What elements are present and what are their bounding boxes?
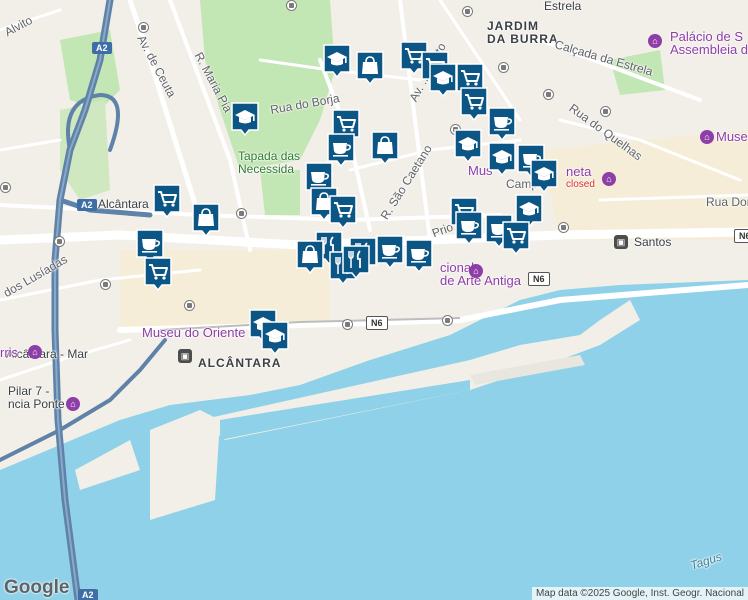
bus-stop-icon[interactable] (236, 208, 247, 219)
map-pin-shopping-bag[interactable] (370, 130, 400, 166)
place-label-estrela: Estrela (544, 0, 582, 13)
google-logo: Google (4, 577, 70, 598)
palace-icon[interactable]: ⌂ (648, 34, 662, 48)
district-label-alcantara: ALCÂNTARA (198, 356, 282, 370)
poi-label-oneta: neta (566, 164, 592, 179)
road-label-rua-dom: Rua Dom (706, 195, 748, 209)
map-pin-school[interactable] (230, 101, 260, 137)
bus-stop-icon[interactable] (498, 62, 509, 73)
district-label-line-2: DA BURRA (487, 32, 559, 46)
landmark-icon[interactable]: ⌂ (66, 397, 80, 411)
cart-icon (502, 221, 530, 256)
district-label-jardim: JARDIM DA BURRA (487, 20, 559, 46)
poi-label-palacio-line-2: Assembleia d (670, 42, 748, 57)
bus-stop-icon[interactable] (138, 22, 149, 33)
museum-icon[interactable]: ⌂ (469, 264, 483, 278)
school-icon (488, 142, 516, 177)
bus-stop-icon[interactable] (462, 6, 473, 17)
cart-icon (329, 195, 357, 230)
map-attribution[interactable]: Map data ©2025 Google, Inst. Geogr. Naci… (531, 587, 748, 600)
map-pin-shopping-bag[interactable] (295, 239, 325, 275)
place-label-alcantara-mar: Alcântara - Mar (6, 347, 89, 361)
train-station-icon[interactable]: ▣ (614, 235, 628, 249)
map-canvas[interactable]: JARDIM DA BURRA ALCÂNTARA Alcântara - Ma… (0, 0, 748, 600)
bus-stop-icon[interactable] (184, 300, 195, 311)
map-base-layer (0, 0, 748, 600)
map-pin-school[interactable] (260, 320, 290, 356)
museum-icon[interactable]: ⌂ (602, 172, 616, 186)
school-icon (454, 129, 482, 164)
map-pin-cart[interactable] (152, 183, 182, 219)
museum-icon[interactable]: ⌂ (700, 130, 714, 144)
bus-stop-icon[interactable] (0, 182, 11, 193)
poi-label-rris: rris (0, 345, 19, 360)
highway-shield-a2: A2 (92, 42, 112, 54)
poi-label-palacio: Palácio de S Assembleia d (670, 30, 748, 56)
school-icon (429, 63, 457, 98)
bus-stop-icon[interactable] (600, 106, 611, 117)
map-pin-coffee[interactable] (404, 238, 434, 274)
train-station-icon[interactable]: ▣ (178, 349, 192, 363)
map-pin-restaurant[interactable] (341, 244, 371, 280)
place-label-santos: Santos (634, 235, 672, 249)
school-icon (231, 102, 259, 137)
poi-label-closed: closed (566, 179, 595, 190)
map-pin-school[interactable] (453, 128, 483, 164)
map-pin-school[interactable] (428, 62, 458, 98)
map-pin-coffee[interactable] (375, 234, 405, 270)
highway-shield-a2: A2 (77, 199, 97, 211)
map-pin-school[interactable] (529, 158, 559, 194)
road-shield-n6: N6 (528, 272, 550, 286)
coffee-icon (376, 235, 404, 270)
bus-stop-icon[interactable] (100, 279, 111, 290)
coffee-icon (455, 211, 483, 246)
school-icon (261, 321, 289, 356)
school-icon (530, 159, 558, 194)
cart-icon (460, 87, 488, 122)
cart-icon (153, 184, 181, 219)
map-pin-school[interactable] (322, 43, 352, 79)
place-label-alcantara-station: Alcântara (98, 197, 149, 211)
highway-shield-a2: A2 (78, 589, 98, 600)
park-label-tapada: Tapada das Necessida (238, 150, 300, 176)
place-label-pilar-line-2: ncia Ponte (8, 397, 65, 411)
landmark-icon[interactable]: ⌂ (28, 345, 42, 359)
bus-stop-icon[interactable] (543, 89, 554, 100)
poi-label-museu-oriente: Museu do Oriente (142, 325, 246, 340)
bus-stop-icon[interactable] (442, 315, 453, 326)
map-pin-cart[interactable] (459, 86, 489, 122)
bus-stop-icon[interactable] (342, 319, 353, 330)
road-shield-n6: N6 (366, 316, 388, 330)
map-pin-cart[interactable] (328, 194, 358, 230)
restaurant-icon (342, 245, 370, 280)
shopping-bag-icon (371, 131, 399, 166)
coffee-icon (488, 107, 516, 142)
park-label-tapada-line-2: Necessida (238, 162, 295, 176)
map-pin-cart[interactable] (501, 220, 531, 256)
place-label-pilar: Pilar 7 - ncia Ponte (8, 385, 65, 411)
map-pin-shopping-bag[interactable] (191, 202, 221, 238)
shopping-bag-icon (192, 203, 220, 238)
coffee-icon (405, 239, 433, 274)
bus-stop-icon[interactable] (286, 0, 297, 11)
map-pin-coffee[interactable] (454, 210, 484, 246)
map-pin-school[interactable] (487, 141, 517, 177)
road-shield-n6: N6 (734, 229, 748, 243)
shopping-bag-icon (296, 240, 324, 275)
map-pin-shopping-bag[interactable] (355, 50, 385, 86)
school-icon (323, 44, 351, 79)
bus-stop-icon[interactable] (558, 222, 569, 233)
poi-label-museu: Museu (716, 129, 748, 144)
cart-icon (144, 257, 172, 292)
bus-stop-icon[interactable] (54, 236, 65, 247)
map-pin-cart[interactable] (143, 256, 173, 292)
shopping-bag-icon (356, 51, 384, 86)
map-pin-coffee[interactable] (487, 106, 517, 142)
